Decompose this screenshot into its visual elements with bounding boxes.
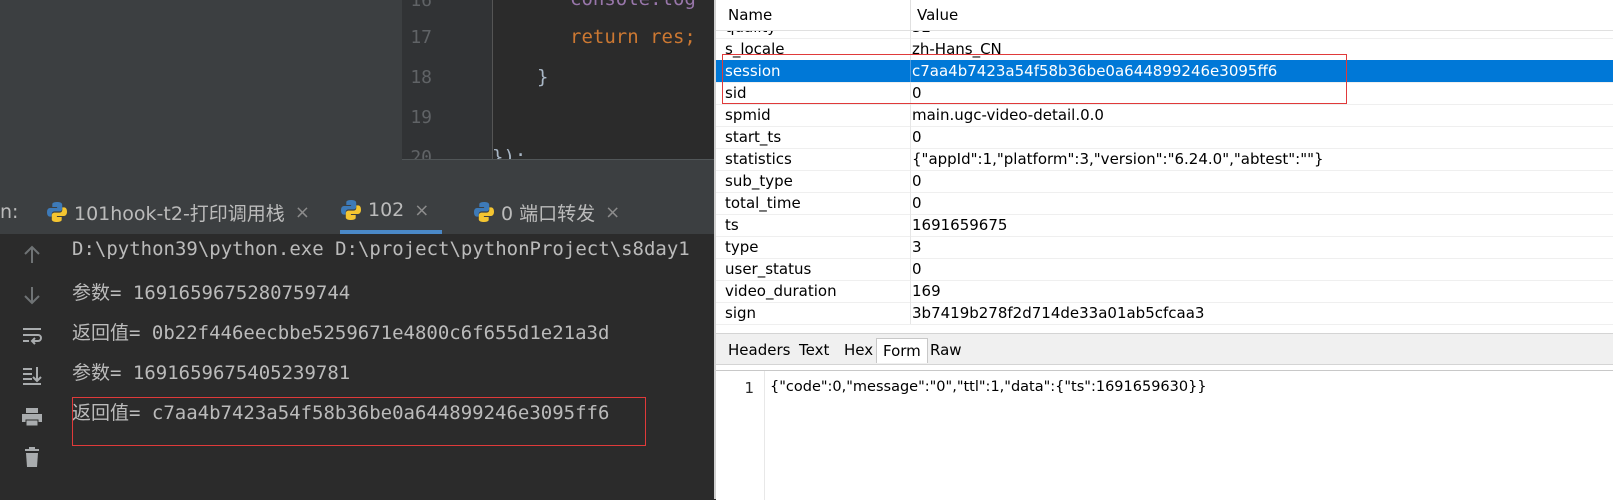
tab-text[interactable]: Text xyxy=(793,338,835,362)
param-value: 0 xyxy=(912,194,922,212)
line-number: 17 xyxy=(410,27,432,48)
param-name: ts xyxy=(725,216,739,234)
response-json-text: {"code":0,"message":"0","ttl":1,"data":{… xyxy=(770,379,1207,395)
close-icon[interactable]: × xyxy=(414,200,429,221)
response-tab-bar: Headers Text Hex Form Raw xyxy=(716,333,1613,365)
grid-row[interactable]: start_ts 0 xyxy=(716,126,1613,149)
form-params-grid[interactable]: Name Value quality32 s_localezh-Hans_CN … xyxy=(716,0,1613,332)
editor-left-panel xyxy=(0,0,402,190)
grid-highlight-box xyxy=(722,54,1347,104)
param-name: sign xyxy=(725,304,757,322)
console-line: 返回值= 0b22f446eecbbe5259671e4800c6f655d1e… xyxy=(72,322,610,344)
arrow-down-icon[interactable] xyxy=(18,284,46,312)
run-tab[interactable]: 101hook-t2-打印调用栈 × xyxy=(46,190,310,234)
print-icon[interactable] xyxy=(18,406,46,434)
row-divider xyxy=(910,280,911,302)
row-divider xyxy=(910,258,911,280)
run-tab-label: 0 端口转发 xyxy=(501,202,596,225)
grid-row[interactable]: spmid main.ugc-video-detail.0.0 xyxy=(716,104,1613,127)
grid-row[interactable]: type 3 xyxy=(716,236,1613,259)
trash-icon[interactable] xyxy=(18,446,46,474)
python-icon xyxy=(473,201,495,223)
soft-wrap-icon[interactable] xyxy=(18,324,46,352)
response-body-view[interactable]: 1 {"code":0,"message":"0","ttl":1,"data"… xyxy=(716,370,1613,500)
grid-row[interactable]: sub_type 0 xyxy=(716,170,1613,193)
row-divider xyxy=(910,170,911,192)
run-console[interactable]: D:\python39\python.exe D:\project\python… xyxy=(0,234,714,499)
param-name: video_duration xyxy=(725,282,837,300)
row-divider xyxy=(910,214,911,236)
param-value: 3 xyxy=(912,238,922,256)
run-tab-bar: 101hook-t2-打印调用栈 × 102 × 0 端口转发 × xyxy=(0,190,714,235)
grid-row[interactable]: user_status 0 xyxy=(716,258,1613,281)
console-toolbar xyxy=(0,234,62,499)
grid-row[interactable]: ts 1691659675 xyxy=(716,214,1613,237)
run-tab-active[interactable]: 102 × xyxy=(340,190,442,234)
tab-hex[interactable]: Hex xyxy=(838,338,879,362)
row-divider xyxy=(910,126,911,148)
row-divider xyxy=(910,236,911,258)
console-line: 参数= 1691659675280759744 xyxy=(72,282,351,304)
column-header-name[interactable]: Name xyxy=(728,6,772,24)
param-name: user_status xyxy=(725,260,812,278)
row-divider xyxy=(910,302,911,324)
param-name: statistics xyxy=(725,150,792,168)
python-icon xyxy=(340,199,362,221)
param-name: sub_type xyxy=(725,172,793,190)
param-value: 0 xyxy=(912,172,922,190)
tab-form[interactable]: Form xyxy=(876,338,928,363)
run-panel-label: n: xyxy=(0,201,19,223)
line-number: 18 xyxy=(410,67,432,88)
grid-row[interactable]: video_duration 169 xyxy=(716,280,1613,303)
console-highlight-box xyxy=(72,397,646,446)
grid-row[interactable]: statistics {"appId":1,"platform":3,"versi… xyxy=(716,148,1613,171)
editor-status-strip xyxy=(402,159,714,191)
row-divider xyxy=(910,104,911,126)
line-number: 19 xyxy=(410,107,432,128)
code-line-return: return res; xyxy=(570,26,696,48)
param-value: {"appId":1,"platform":3,"version":"6.24.… xyxy=(912,150,1324,168)
column-header-value[interactable]: Value xyxy=(917,6,958,24)
run-tab-label: 101hook-t2-打印调用栈 xyxy=(74,202,285,225)
param-name: type xyxy=(725,238,759,256)
ide-window: 16 17 18 19 20 console.log return res; }… xyxy=(0,0,714,499)
run-tab-label: 102 xyxy=(368,199,405,221)
scroll-to-end-icon[interactable] xyxy=(18,364,46,392)
param-value: 1691659675 xyxy=(912,216,1008,234)
param-name: start_ts xyxy=(725,128,782,146)
column-divider[interactable] xyxy=(910,0,911,30)
code-editor[interactable]: 16 17 18 19 20 console.log return res; }… xyxy=(402,0,714,168)
close-icon[interactable]: × xyxy=(605,202,620,223)
row-divider xyxy=(910,148,911,170)
python-icon xyxy=(46,201,68,223)
grid-header: Name Value xyxy=(716,0,1613,31)
param-value: 3b7419b278f2d714de33a01ab5cfcaa3 xyxy=(912,304,1205,322)
response-gutter: 1 xyxy=(716,371,765,500)
grid-row[interactable]: sign 3b7419b278f2d714de33a01ab5cfcaa3 xyxy=(716,302,1613,325)
console-line: 参数= 1691659675405239781 xyxy=(72,362,351,384)
console-line: D:\python39\python.exe D:\project\python… xyxy=(72,238,690,260)
param-value: 0 xyxy=(912,128,922,146)
param-name: total_time xyxy=(725,194,801,212)
param-value: main.ugc-video-detail.0.0 xyxy=(912,106,1104,124)
code-line-brace: } xyxy=(537,66,549,88)
request-inspector: Name Value quality32 s_localezh-Hans_CN … xyxy=(714,0,1613,500)
line-number: 16 xyxy=(410,0,432,11)
grid-row[interactable]: total_time 0 xyxy=(716,192,1613,215)
run-tab[interactable]: 0 端口转发 × xyxy=(473,190,620,234)
code-line: console.log xyxy=(570,0,696,10)
param-name: spmid xyxy=(725,106,771,124)
row-divider xyxy=(910,192,911,214)
param-value: 0 xyxy=(912,260,922,278)
close-icon[interactable]: × xyxy=(295,202,310,223)
param-value: 169 xyxy=(912,282,941,300)
tab-headers[interactable]: Headers xyxy=(722,338,796,362)
tab-raw[interactable]: Raw xyxy=(924,338,968,362)
response-line-number: 1 xyxy=(744,379,754,397)
arrow-up-icon[interactable] xyxy=(18,244,46,272)
